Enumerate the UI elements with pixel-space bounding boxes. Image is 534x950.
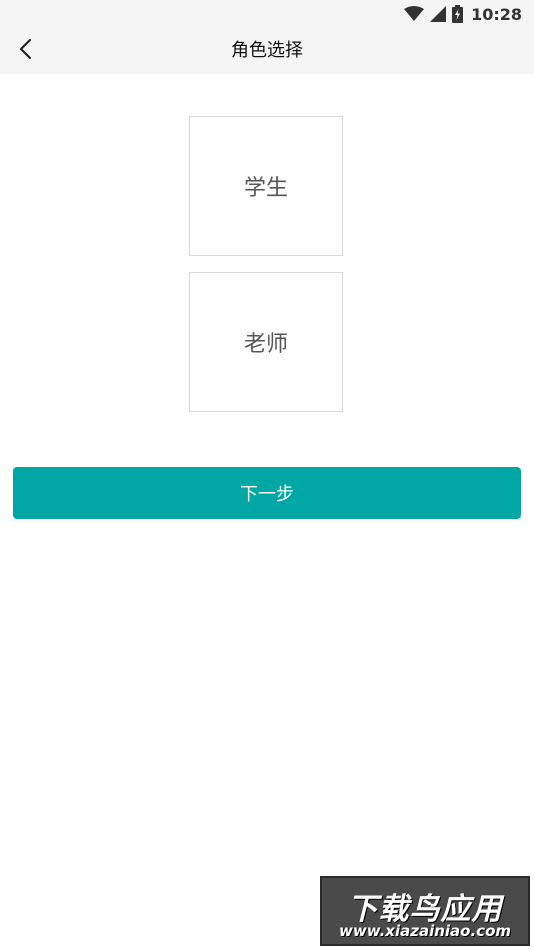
status-time: 10:28 bbox=[471, 4, 522, 24]
watermark-url: www.xiazainiao.com bbox=[338, 922, 512, 940]
status-bar: 10:28 bbox=[0, 0, 534, 28]
role-label-student: 学生 bbox=[243, 176, 288, 201]
nav-bar: 角色选择 bbox=[0, 28, 534, 74]
role-label-teacher: 老师 bbox=[243, 332, 288, 357]
battery-icon bbox=[452, 5, 464, 23]
status-icons: 10:28 bbox=[404, 4, 522, 24]
role-card-teacher[interactable]: 老师 bbox=[189, 272, 343, 412]
next-step-button[interactable]: 下一步 bbox=[13, 467, 521, 519]
role-card-student[interactable]: 学生 bbox=[189, 116, 343, 256]
watermark-logo: 下载鸟应用 www.xiazainiao.com bbox=[320, 876, 530, 946]
wifi-icon bbox=[404, 6, 425, 22]
signal-icon bbox=[430, 6, 447, 22]
page-title: 角色选择 bbox=[231, 40, 303, 61]
